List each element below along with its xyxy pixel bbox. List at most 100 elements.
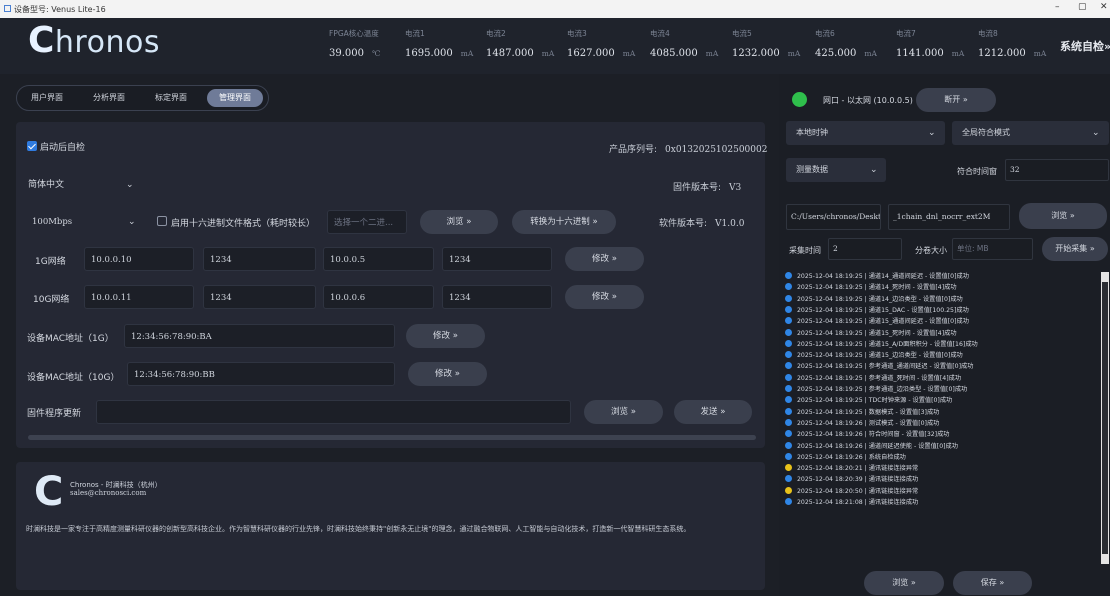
metric-value: 1141.000 mA (896, 48, 965, 59)
info-icon (785, 305, 792, 313)
info-icon (785, 475, 792, 483)
sw-version: 软件版本号: V1.0.0 (659, 219, 745, 229)
log-entry: 2025-12-04 18:19:25 | 通道15_DAC - 设置值[100… (785, 305, 969, 316)
clock-select[interactable]: 本地时钟 ⌄ (786, 121, 945, 145)
net-1g-remote-port[interactable]: 1234 (442, 247, 552, 271)
maximize-button[interactable]: ▢ (1078, 2, 1087, 12)
browse-button[interactable]: 浏览 » (420, 210, 498, 234)
mac-10g-input[interactable]: 12:34:56:78:90:BB (127, 362, 395, 386)
binary-file-input[interactable]: 选择一个二进... (327, 210, 407, 234)
scrollbar-thumb[interactable] (1102, 282, 1108, 554)
coinc-window-input[interactable]: 32 (1005, 159, 1109, 181)
tab-admin[interactable]: 管理界面 (207, 89, 263, 107)
log-entry: 2025-12-04 18:19:25 | 数据模式 - 设置值[3]成功 (785, 407, 940, 418)
filename-input[interactable]: _1chain_dnl_nocrr_ext2M (888, 204, 1010, 230)
metric-value: 39.000 ℃ (329, 48, 381, 59)
coincidence-mode-select[interactable]: 全局符合模式 ⌄ (952, 121, 1109, 145)
company-logo-icon: C (34, 469, 64, 515)
net-1g-local-ip[interactable]: 10.0.0.10 (84, 247, 194, 271)
info-icon (785, 328, 792, 336)
fw-browse-button[interactable]: 浏览 » (584, 400, 663, 424)
metric-current-8: 电流8 1212.000 mA (978, 28, 1046, 59)
language-select[interactable]: 简体中文 ⌄ (20, 173, 140, 197)
metric-label: 电流6 (815, 29, 835, 38)
metric-fpga-temp: FPGA核心温度 39.000 ℃ (329, 28, 380, 59)
warning-icon (785, 464, 792, 472)
main-tabs: 用户界面 分析界面 标定界面 管理界面 (16, 85, 269, 111)
log-entry: 2025-12-04 18:19:25 | 通道14_死时间 - 设置值[4]成… (785, 283, 957, 293)
metric-label: 电流8 (978, 29, 998, 38)
log-scrollbar[interactable] (1101, 272, 1109, 564)
modify-mac-10g-button[interactable]: 修改 » (408, 362, 487, 386)
close-button[interactable]: ✕ (1100, 2, 1108, 12)
metric-label: FPGA核心温度 (329, 29, 379, 38)
save-button[interactable]: 保存 » (953, 571, 1032, 595)
fw-file-input[interactable] (96, 400, 571, 424)
system-selfcheck-button[interactable]: 系统自检» (1060, 38, 1110, 54)
metric-value: 1487.000 mA (486, 48, 555, 59)
start-acquisition-button[interactable]: 开始采集 » (1042, 237, 1108, 261)
save-path-input[interactable]: C:/Users/chronos/Desktop (786, 204, 881, 230)
info-icon (785, 272, 792, 279)
chevron-down-icon: ⌄ (928, 128, 936, 138)
mac-1g-label: 设备MAC地址（1G） (27, 334, 114, 344)
convert-hex-button[interactable]: 转换为十六进制 » (512, 210, 616, 234)
split-size-input[interactable]: 单位: MB (952, 238, 1033, 260)
header-bar: Chronos FPGA核心温度 39.000 ℃ 电流1 1695.000 mA 电流2 1… (0, 18, 1110, 74)
info-icon (785, 294, 792, 302)
tab-user[interactable]: 用户界面 (23, 89, 71, 107)
modify-1g-button[interactable]: 修改 » (565, 247, 644, 271)
net-1g-label: 1G网络 (35, 257, 66, 267)
mac-10g-label: 设备MAC地址（10G） (27, 373, 120, 383)
acq-time-label: 采集时间 (789, 246, 821, 255)
hex-format-label: 启用十六进制文件格式（耗时较长） (171, 219, 316, 229)
acq-time-input[interactable]: 2 (828, 238, 902, 260)
chevron-down-icon: ⌄ (870, 165, 878, 175)
speed-select[interactable]: 100Mbps ⌄ (24, 210, 146, 234)
company-description: 时澜科技是一家专注于高精度测量科研仪器的创新型高科技企业。作为智慧科研仪器的行业… (26, 525, 691, 533)
net-1g-local-port[interactable]: 1234 (203, 247, 316, 271)
metric-current-2: 电流2 1487.000 mA (486, 28, 554, 59)
fw-version: 固件版本号: V3 (673, 183, 742, 193)
tab-analysis[interactable]: 分析界面 (85, 89, 133, 107)
log-entry: 2025-12-04 18:21:08 | 通讯链接连接成功 (785, 498, 918, 508)
metric-value: 1695.000 mA (405, 48, 474, 59)
bottom-browse-button[interactable]: 浏览 » (864, 571, 944, 595)
info-icon (785, 407, 792, 415)
modify-10g-button[interactable]: 修改 » (565, 285, 644, 309)
tab-calibration[interactable]: 标定界面 (145, 89, 197, 107)
disconnect-button[interactable]: 断开 » (916, 88, 996, 112)
metric-current-6: 电流6 425.000 mA (815, 28, 877, 59)
mac-1g-input[interactable]: 12:34:56:78:90:BA (124, 324, 395, 348)
log-text: 2025-12-04 18:20:50 | 通讯链接连接异常 (797, 487, 919, 495)
log-text: 2025-12-04 18:19:25 | 通道15_边沿类型 - 设置值[0]… (797, 352, 963, 360)
log-text: 2025-12-04 18:19:25 | 通道14_通道间延迟 - 设置值[0… (797, 273, 969, 280)
path-browse-button[interactable]: 浏览 » (1019, 203, 1107, 229)
log-text: 2025-12-04 18:19:25 | 数据模式 - 设置值[3]成功 (797, 408, 940, 416)
metric-label: 电流3 (567, 29, 587, 38)
info-icon (785, 498, 792, 505)
autocheck-checkbox[interactable] (27, 141, 37, 151)
chevron-down-icon: ⌄ (128, 217, 136, 227)
log-entry: 2025-12-04 18:19:26 | 符合时间窗 - 设置值[32]成功 (785, 430, 949, 440)
measure-select[interactable]: 测量数据 ⌄ (786, 158, 886, 182)
net-10g-local-port[interactable]: 1234 (203, 285, 316, 309)
net-10g-remote-ip[interactable]: 10.0.0.6 (323, 285, 434, 309)
chronos-logo: Chronos (28, 20, 160, 61)
log-entry: 2025-12-04 18:20:39 | 通讯链接连接成功 (785, 475, 918, 485)
split-size-label: 分卷大小 (915, 246, 947, 255)
metric-value: 425.000 mA (815, 48, 877, 59)
modify-mac-1g-button[interactable]: 修改 » (406, 324, 485, 348)
fw-send-button[interactable]: 发送 » (674, 400, 752, 424)
net-10g-local-ip[interactable]: 10.0.0.11 (84, 285, 194, 309)
info-icon (785, 339, 792, 347)
log-entry: 2025-12-04 18:19:25 | 通道15_边沿类型 - 设置值[0]… (785, 351, 963, 361)
minimize-button[interactable]: – (1055, 2, 1060, 12)
net-10g-remote-port[interactable]: 1234 (442, 285, 552, 309)
log-text: 2025-12-04 18:19:25 | TDC时钟来源 - 设置值[0]成功 (797, 397, 953, 405)
progress-bar (28, 435, 756, 440)
hex-format-checkbox[interactable] (157, 216, 167, 226)
log-entry: 2025-12-04 18:19:25 | 通道15_A/D面积积分 - 设置值… (785, 339, 978, 350)
coinc-window-label: 符合时间窗 (957, 167, 997, 176)
net-1g-remote-ip[interactable]: 10.0.0.5 (323, 247, 434, 271)
